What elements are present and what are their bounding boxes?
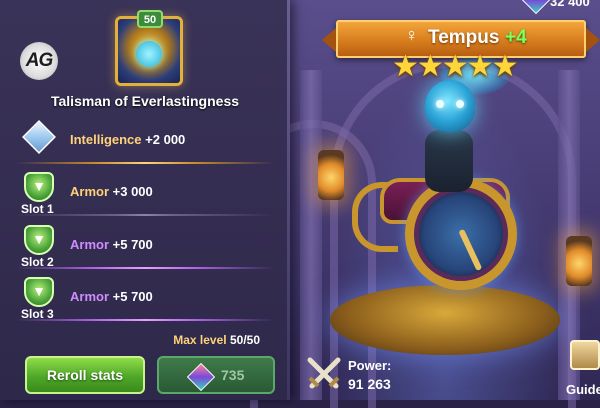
slot-stat-text: Armor +3 000 [70, 184, 153, 199]
row-divider [16, 162, 274, 164]
hero-eye [436, 100, 444, 108]
shield-arrow-icon: ▼ [24, 172, 54, 202]
gems-counter: 32 400 [550, 0, 590, 9]
max-level-indicator: Max level 50/50 [173, 333, 260, 347]
shield-arrow-icon: ▼ [24, 225, 54, 255]
guide-button-label[interactable]: Guide [566, 382, 600, 397]
max-level-value: 50/50 [229, 333, 260, 347]
hero-name: Tempus [428, 27, 500, 48]
main-stat-text: Intelligence +2 000 [70, 132, 185, 147]
main-stat-row: Intelligence +2 000 [16, 120, 274, 164]
item-title: Talisman of Everlastingness [50, 93, 240, 109]
hero-body [425, 130, 473, 192]
row-divider [16, 319, 274, 321]
slot-stat-text: Armor +5 700 [70, 237, 153, 252]
slot-stat-name: Armor [70, 184, 110, 199]
lamp-decoration [566, 236, 592, 286]
intelligence-crystal-icon [22, 120, 56, 154]
slot-row-1: ▼ Slot 1 Armor +3 000 [16, 172, 274, 216]
shield-arrow-icon: ▼ [24, 277, 54, 307]
slot-row-3: ▼ Slot 3 Armor +5 700 [16, 277, 274, 321]
hero-stars: ★★★★★ [392, 50, 518, 83]
max-level-label: Max level [173, 333, 227, 347]
reroll-gem-cost-button[interactable]: 735 [157, 356, 275, 394]
slot-stat-text: Armor +5 700 [70, 289, 153, 304]
pillar-decoration [300, 70, 322, 400]
power-value: 91 263 [348, 376, 391, 392]
row-divider [16, 214, 274, 216]
item-detail-panel: AG 50 Talisman of Everlastingness Intell… [0, 0, 290, 400]
slot-stat-value: +5 700 [112, 237, 153, 252]
hero-pedestal [330, 285, 560, 355]
slot-stat-name: Armor [70, 289, 110, 304]
gem-icon [186, 362, 216, 392]
main-stat-name: Intelligence [70, 132, 142, 147]
hero-rank-plus: +4 [505, 27, 527, 48]
hero-eye [456, 100, 464, 108]
slot-stat-name: Armor [70, 237, 110, 252]
female-symbol-icon: ♀ [405, 25, 419, 45]
lamp-decoration [318, 150, 344, 200]
slot-row-2: ▼ Slot 2 Armor +5 700 [16, 225, 274, 269]
hero-head[interactable] [425, 80, 475, 132]
guide-book-icon[interactable] [570, 340, 600, 370]
ag-logo: AG [20, 42, 58, 80]
slot-stat-value: +3 000 [112, 184, 153, 199]
reroll-stats-button[interactable]: Reroll stats [25, 356, 145, 394]
power-label: Power: [348, 358, 392, 373]
reroll-cost-value: 735 [221, 367, 245, 383]
item-level-badge: 50 [137, 10, 163, 28]
row-divider [16, 267, 274, 269]
crossed-swords-icon [307, 357, 341, 389]
main-stat-value: +2 000 [145, 132, 186, 147]
slot-stat-value: +5 700 [112, 289, 153, 304]
talisman-orb-icon [136, 41, 162, 67]
